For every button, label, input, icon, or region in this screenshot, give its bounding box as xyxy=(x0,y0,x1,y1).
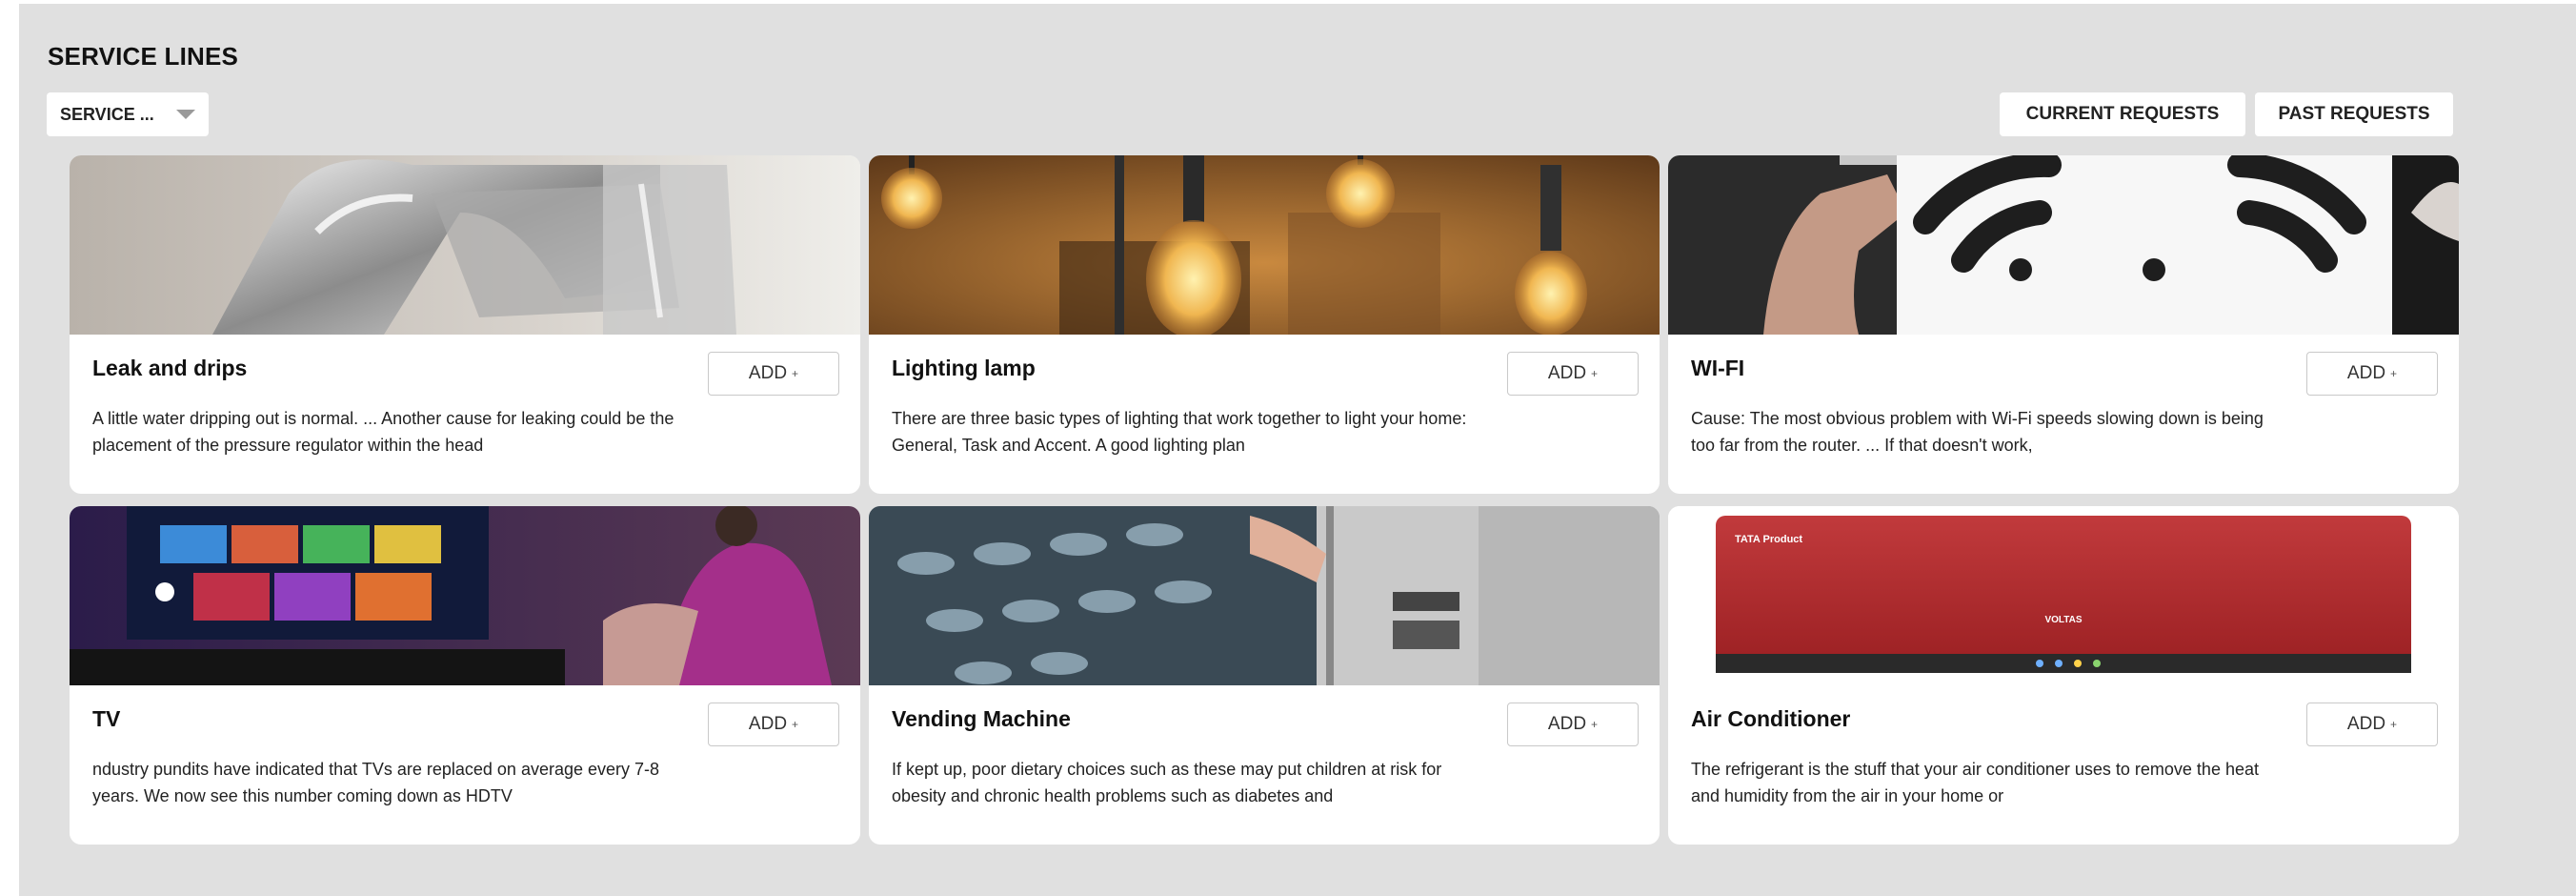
tv-image xyxy=(70,506,860,685)
vending-machine-image xyxy=(869,506,1660,685)
add-button-label: ADD xyxy=(748,363,788,383)
wifi-image xyxy=(1668,155,2459,335)
add-button[interactable]: ADD + xyxy=(708,352,839,396)
card-title: WI-FI xyxy=(1691,356,1745,380)
add-button[interactable]: ADD + xyxy=(1507,703,1639,746)
card-description: Cause: The most obvious problem with Wi-… xyxy=(1691,409,2264,455)
service-filter-value: SERVICE ... xyxy=(60,104,154,124)
service-card-lighting-lamp: Lighting lamp ADD + There are three basic… xyxy=(869,155,1660,494)
brand-text: VOLTAS xyxy=(2044,615,2082,625)
service-card-vending-machine: Vending Machine ADD + If kept up, poor di… xyxy=(869,506,1660,845)
service-card-wifi: WI-FI ADD + Cause: The most obvious probl… xyxy=(1668,155,2459,494)
plus-icon: + xyxy=(792,367,799,380)
add-button[interactable]: ADD + xyxy=(708,703,839,746)
current-requests-button[interactable]: CURRENT REQUESTS xyxy=(2000,92,2245,136)
plus-icon: + xyxy=(1591,718,1599,731)
card-title: Lighting lamp xyxy=(892,356,1036,380)
service-card-air-conditioner: TATA Product VOLTAS Air Conditioner ADD +… xyxy=(1668,506,2459,845)
service-card-tv: TV ADD + ndustry pundits have indicated t… xyxy=(70,506,860,845)
card-title: Leak and drips xyxy=(92,356,248,380)
add-button-label: ADD xyxy=(748,714,788,734)
page-title: SERVICE LINES xyxy=(48,42,239,71)
brand-text: TATA Product xyxy=(1735,534,1802,545)
past-requests-button[interactable]: PAST REQUESTS xyxy=(2255,92,2453,136)
plus-icon: + xyxy=(2390,718,2398,731)
add-button-label: ADD xyxy=(2346,714,2386,734)
card-description: If kept up, poor dietary choices such as… xyxy=(892,760,1442,805)
service-card-leak-and-drips: Leak and drips ADD + A little water dripp… xyxy=(70,155,860,494)
add-button-label: ADD xyxy=(1547,714,1587,734)
chevron-down-icon xyxy=(176,110,195,119)
service-filter-select[interactable]: SERVICE ... xyxy=(47,92,209,136)
add-button[interactable]: ADD + xyxy=(2306,703,2438,746)
plus-icon: + xyxy=(2390,367,2398,380)
card-description: There are three basic types of lighting … xyxy=(892,409,1467,455)
plus-icon: + xyxy=(1591,367,1599,380)
card-title: TV xyxy=(92,706,121,731)
card-title: Vending Machine xyxy=(892,706,1071,731)
add-button[interactable]: ADD + xyxy=(1507,352,1639,396)
add-button-label: ADD xyxy=(2346,363,2386,383)
light-bulbs-image xyxy=(869,155,1660,335)
card-description: ndustry pundits have indicated that TVs … xyxy=(92,760,660,805)
add-button-label: ADD xyxy=(1547,363,1587,383)
card-description: The refrigerant is the stuff that your a… xyxy=(1691,760,2259,805)
faucet-image xyxy=(70,155,860,335)
add-button[interactable]: ADD + xyxy=(2306,352,2438,396)
plus-icon: + xyxy=(792,718,799,731)
card-title: Air Conditioner xyxy=(1691,706,1851,731)
card-description: A little water dripping out is normal. .… xyxy=(92,409,674,455)
air-conditioner-image: TATA Product VOLTAS xyxy=(1668,506,2459,685)
